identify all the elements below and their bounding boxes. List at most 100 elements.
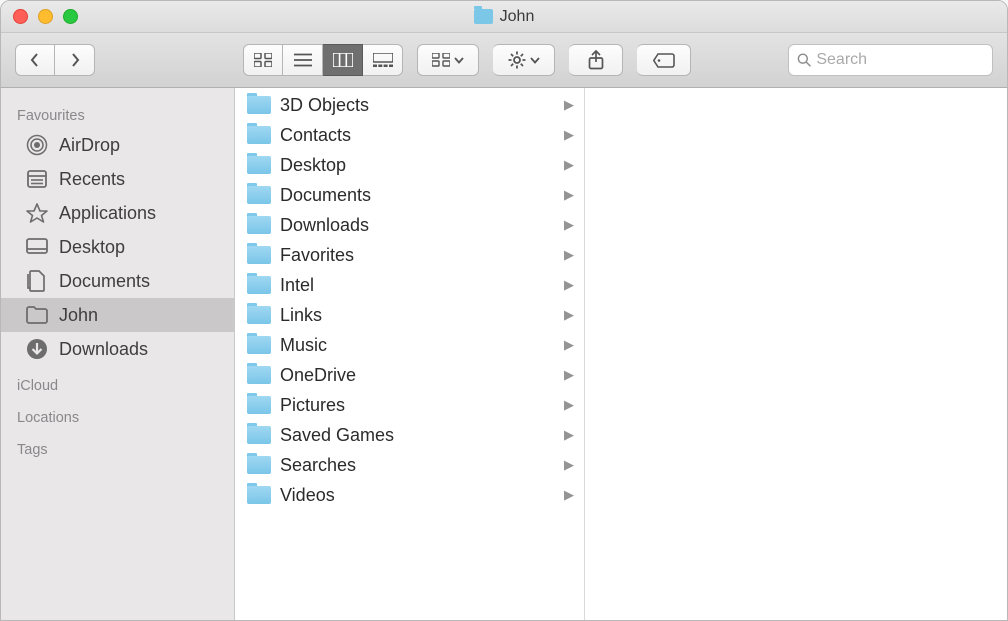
- folder-icon: [25, 304, 49, 326]
- share-icon: [588, 50, 604, 70]
- tag-icon: [653, 53, 675, 68]
- view-columns-button[interactable]: [323, 44, 363, 76]
- column-view: 3D Objects▶Contacts▶Desktop▶Documents▶Do…: [235, 88, 1007, 620]
- list-item[interactable]: Documents▶: [235, 180, 584, 210]
- list-item-label: Desktop: [280, 155, 555, 176]
- downloads-icon: [25, 338, 49, 360]
- sidebar-item-label: Downloads: [59, 339, 148, 360]
- search-box[interactable]: [788, 44, 993, 76]
- sidebar-item-label: AirDrop: [59, 135, 120, 156]
- chevron-right-icon: ▶: [564, 247, 574, 263]
- search-icon: [797, 52, 811, 68]
- forward-button[interactable]: [55, 44, 95, 76]
- sidebar-item-airdrop[interactable]: AirDrop: [1, 128, 234, 162]
- sidebar-heading-tags: Tags: [1, 430, 234, 462]
- folder-icon: [247, 426, 271, 444]
- group-icon: [432, 53, 450, 67]
- list-item[interactable]: Searches▶: [235, 450, 584, 480]
- airdrop-icon: [25, 134, 49, 156]
- back-button[interactable]: [15, 44, 55, 76]
- list-item[interactable]: Links ▶: [235, 300, 584, 330]
- chevron-right-icon: ▶: [564, 337, 574, 353]
- list-icon: [294, 53, 312, 67]
- sidebar-item-label: Documents: [59, 271, 150, 292]
- list-item[interactable]: Videos▶: [235, 480, 584, 510]
- gallery-icon: [373, 53, 393, 67]
- sidebar-item-john[interactable]: John: [1, 298, 234, 332]
- chevron-right-icon: ▶: [564, 307, 574, 323]
- documents-icon: [25, 270, 49, 292]
- sidebar-item-downloads[interactable]: Downloads: [1, 332, 234, 366]
- sidebar-item-applications[interactable]: Applications: [1, 196, 234, 230]
- list-item[interactable]: Saved Games ▶: [235, 420, 584, 450]
- columns-icon: [333, 53, 353, 67]
- maximize-button[interactable]: [63, 9, 78, 24]
- group-by-button[interactable]: [417, 44, 479, 76]
- folder-icon: [247, 186, 271, 204]
- sidebar-item-label: John: [59, 305, 98, 326]
- list-item-label: 3D Objects: [280, 95, 555, 116]
- list-item[interactable]: Contacts▶: [235, 120, 584, 150]
- sidebar-item-documents[interactable]: Documents: [1, 264, 234, 298]
- sidebar-item-desktop[interactable]: Desktop: [1, 230, 234, 264]
- sidebar-heading-locations: Locations: [1, 398, 234, 430]
- list-item-label: Searches: [280, 455, 555, 476]
- list-item[interactable]: Downloads ▶: [235, 210, 584, 240]
- grid-icon: [254, 53, 272, 67]
- share-button[interactable]: [569, 44, 623, 76]
- list-item-label: Links: [280, 305, 555, 326]
- folder-icon: [247, 216, 271, 234]
- folder-icon: [247, 96, 271, 114]
- column-1[interactable]: 3D Objects▶Contacts▶Desktop▶Documents▶Do…: [235, 88, 585, 620]
- chevron-down-icon: [454, 57, 464, 64]
- folder-icon: [247, 246, 271, 264]
- view-gallery-button[interactable]: [363, 44, 403, 76]
- chevron-right-icon: ▶: [564, 217, 574, 233]
- sidebar-item-label: Recents: [59, 169, 125, 190]
- folder-icon: [247, 276, 271, 294]
- chevron-right-icon: ▶: [564, 157, 574, 173]
- list-item-label: Music: [280, 335, 555, 356]
- minimize-button[interactable]: [38, 9, 53, 24]
- tags-button[interactable]: [637, 44, 691, 76]
- list-item[interactable]: 3D Objects ▶: [235, 90, 584, 120]
- finder-window: John: [0, 0, 1008, 621]
- sidebar-item-label: Applications: [59, 203, 156, 224]
- folder-icon: [247, 126, 271, 144]
- view-icons-button[interactable]: [243, 44, 283, 76]
- search-input[interactable]: [816, 51, 984, 69]
- list-item[interactable]: Music ▶: [235, 330, 584, 360]
- folder-icon: [247, 396, 271, 414]
- gear-icon: [508, 51, 526, 69]
- list-item[interactable]: OneDrive▶: [235, 360, 584, 390]
- folder-icon: [474, 9, 493, 24]
- chevron-right-icon: ▶: [564, 427, 574, 443]
- list-item-label: Saved Games: [280, 425, 555, 446]
- list-item-label: Downloads: [280, 215, 555, 236]
- chevron-down-icon: [530, 57, 540, 64]
- list-item-label: Favorites: [280, 245, 555, 266]
- folder-icon: [247, 456, 271, 474]
- list-item[interactable]: Favorites ▶: [235, 240, 584, 270]
- view-group: [243, 44, 403, 76]
- chevron-left-icon: [29, 52, 41, 68]
- list-item[interactable]: Desktop ▶: [235, 150, 584, 180]
- list-item[interactable]: Pictures▶: [235, 390, 584, 420]
- close-button[interactable]: [13, 9, 28, 24]
- desktop-icon: [25, 236, 49, 258]
- folder-icon: [247, 486, 271, 504]
- list-item-label: Contacts: [280, 125, 555, 146]
- window-title: John: [474, 8, 535, 26]
- action-button[interactable]: [493, 44, 555, 76]
- chevron-right-icon: ▶: [564, 97, 574, 113]
- folder-icon: [247, 366, 271, 384]
- sidebar-item-recents[interactable]: Recents: [1, 162, 234, 196]
- view-list-button[interactable]: [283, 44, 323, 76]
- applications-icon: [25, 202, 49, 224]
- traffic-lights: [13, 9, 78, 24]
- sidebar-heading-favourites: Favourites: [1, 96, 234, 128]
- folder-icon: [247, 156, 271, 174]
- chevron-right-icon: [69, 52, 81, 68]
- chevron-right-icon: ▶: [564, 397, 574, 413]
- list-item[interactable]: Intel▶: [235, 270, 584, 300]
